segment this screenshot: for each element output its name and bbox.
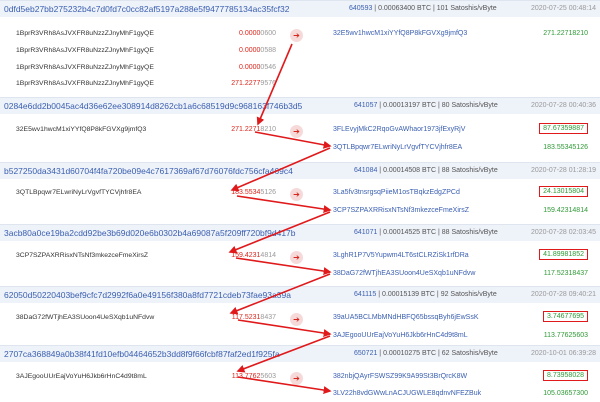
- output-amount: 117.52318437: [543, 270, 588, 277]
- transaction-header: 2707ca368849a0b38f41fd10efb04464652b3dd8…: [0, 345, 600, 362]
- transaction-hash-link[interactable]: b527250da3431d60704f4fa720be09e4c7617369…: [4, 166, 293, 176]
- arrow-right-icon: ➔: [290, 188, 303, 201]
- output-amount: 159.42314814: [543, 207, 588, 214]
- output-amount-highlighted: 8.73958028: [543, 370, 588, 381]
- flow-arrow-8: [237, 319, 332, 337]
- timestamp: 2020-07-25 00:48:14: [531, 5, 596, 12]
- transaction-meta: 641084 | 0.00014508 BTC | 88 Satoshis/vB…: [354, 167, 498, 174]
- output-address-link[interactable]: 3CP7SZPAXRRisxNTsNf3mkezceFmeXirsZ: [333, 207, 469, 214]
- fee: 0.00013197 BTC: [383, 102, 437, 109]
- transaction-header: 0dfd5eb27bb275232b4c7d0fd7c0cc82af5197a2…: [0, 0, 600, 17]
- fee: 0.00010275 BTC: [383, 350, 437, 357]
- block-height-link[interactable]: 641057: [354, 102, 377, 109]
- block-height-link[interactable]: 641071: [354, 229, 377, 236]
- input-address-link[interactable]: 3AJEgooUUrEajVoYuH6Jkb6rHnC4d9t8mL: [16, 373, 147, 380]
- fee-rate: 88 Satoshis/vByte: [441, 229, 498, 236]
- fee-rate: 80 Satoshis/vByte: [441, 102, 498, 109]
- transaction-header: b527250da3431d60704f4fa720be09e4c7617369…: [0, 162, 600, 179]
- transaction-meta: 650721 | 0.00010275 BTC | 62 Satoshis/vB…: [354, 350, 498, 357]
- output-amount: 113.77625603: [543, 332, 588, 339]
- arrow-right-icon: ➔: [290, 29, 303, 42]
- output-address-link[interactable]: 3La5fv3tnsrgsqPiieM1osTBqkzEdgZPCd: [333, 189, 460, 196]
- input-amount: 0.00000588: [239, 47, 276, 54]
- output-amount-highlighted: 87.67359887: [539, 123, 588, 134]
- output-amount-highlighted: 3.74677695: [543, 311, 588, 322]
- block-height-link[interactable]: 640593: [349, 5, 372, 12]
- output-address-link[interactable]: 3AJEgooUUrEajVoYuH6Jkb6rHnC4d9t8mL: [333, 332, 468, 339]
- fee: 0.00014525 BTC: [383, 229, 437, 236]
- output-address-link[interactable]: 3LV22h8vdGWwLnACJUGWLE8qdnvNFEZBuk: [333, 390, 481, 397]
- fee: 0.00014508 BTC: [383, 167, 437, 174]
- transaction-meta: 641057 | 0.00013197 BTC | 80 Satoshis/vB…: [354, 102, 498, 109]
- output-address-link[interactable]: 3FLEvyjMkC2RqoGvAWhaor1973jfExyRjV: [333, 126, 465, 133]
- input-amount: 183.55345126: [231, 189, 276, 196]
- flow-arrow-6: [235, 257, 332, 276]
- input-amount: 159.42314814: [231, 252, 276, 259]
- transaction-hash-link[interactable]: 3acb80a0ce19ba2cdd92be3b69d020e6b0302b4a…: [4, 228, 296, 238]
- input-address-link[interactable]: 3QTLBpqwr7ELwriNyLrVgvfTYCVjhfr8EA: [16, 189, 141, 196]
- fee-rate: 92 Satoshis/vByte: [440, 291, 497, 298]
- output-amount: 105.03657300: [543, 390, 588, 397]
- input-amount: 117.52318437: [231, 314, 276, 321]
- block-height-link[interactable]: 650721: [354, 350, 377, 357]
- input-amount: 271.22779576: [231, 80, 276, 87]
- input-amount: 0.00000600: [239, 30, 276, 37]
- input-amount: 0.00000546: [239, 64, 276, 71]
- output-amount-highlighted: 41.89981852: [539, 249, 588, 260]
- transaction-header: 62050d50220403bef9cfc7d2992f6a0e49156f38…: [0, 286, 600, 303]
- output-amount-highlighted: 24.13015804: [539, 186, 588, 197]
- transaction-header: 0284e6dd2b0045ac4d36e62ee308914d8262cb1a…: [0, 97, 600, 114]
- flow-annotation-arrows: [228, 43, 332, 394]
- timestamp: 2020-07-28 01:28:19: [531, 167, 596, 174]
- arrow-right-icon: ➔: [290, 313, 303, 326]
- output-address-link[interactable]: 32E5wv1hwcM1xiYYfQ8P8kFGVXg9jmfQ3: [333, 30, 467, 37]
- input-amount: 113.77625603: [231, 373, 276, 380]
- input-amount: 271.22718210: [231, 126, 276, 133]
- input-address-link[interactable]: 1BprR3VRh8AsJVXFR8uNzzZJnyMhF1gyQE: [16, 64, 154, 71]
- block-height-link[interactable]: 641084: [354, 167, 377, 174]
- input-address-link[interactable]: 1BprR3VRh8AsJVXFR8uNzzZJnyMhF1gyQE: [16, 30, 154, 37]
- input-address-link[interactable]: 3CP7SZPAXRRisxNTsNf3mkezceFmeXirsZ: [16, 252, 148, 259]
- timestamp: 2020-07-28 09:40:21: [531, 291, 596, 298]
- transaction-header: 3acb80a0ce19ba2cdd92be3b69d020e6b0302b4a…: [0, 224, 600, 241]
- fee-rate: 101 Satoshis/vByte: [436, 5, 497, 12]
- output-address-link[interactable]: 382nbjQAyrFSWSZ99K9A99St3BrQrcK8W: [333, 373, 467, 380]
- output-amount: 271.22718210: [543, 30, 588, 37]
- input-address-link[interactable]: 38DaG72fWTjhEA3SUoon4UeSXqb1uNFdvw: [16, 314, 154, 321]
- timestamp: 2020-07-28 00:40:36: [531, 102, 596, 109]
- output-amount: 183.55345126: [543, 144, 588, 151]
- transaction-hash-link[interactable]: 2707ca368849a0b38f41fd10efb04464652b3dd8…: [4, 349, 280, 359]
- block-height-link[interactable]: 641115: [354, 291, 376, 298]
- fee: 0.00063400 BTC: [378, 5, 432, 12]
- timestamp: 2020-10-01 06:39:28: [531, 350, 596, 357]
- arrow-right-icon: ➔: [290, 125, 303, 138]
- transaction-meta: 641115 | 0.00015139 BTC | 92 Satoshis/vB…: [354, 291, 497, 298]
- transaction-hash-link[interactable]: 62050d50220403bef9cfc7d2992f6a0e49156f38…: [4, 290, 291, 300]
- fee-rate: 88 Satoshis/vByte: [441, 167, 498, 174]
- fee-rate: 62 Satoshis/vByte: [441, 350, 498, 357]
- output-address-link[interactable]: 38DaG72fWTjhEA3SUoon4UeSXqb1uNFdvw: [333, 270, 475, 277]
- timestamp: 2020-07-28 02:03:45: [531, 229, 596, 236]
- transaction-meta: 640593 | 0.00063400 BTC | 101 Satoshis/v…: [349, 5, 497, 12]
- transaction-hash-link[interactable]: 0dfd5eb27bb275232b4c7d0fd7c0cc82af5197a2…: [4, 4, 290, 14]
- arrow-right-icon: ➔: [290, 372, 303, 385]
- transaction-hash-link[interactable]: 0284e6dd2b0045ac4d36e62ee308914d8262cb1a…: [4, 101, 302, 111]
- output-address-link[interactable]: 3QTLBpqwr7ELwriNyLrVgvfTYCVjhfr8EA: [333, 144, 462, 151]
- input-address-link[interactable]: 32E5wv1hwcM1xiYYfQ8P8kFGVXg9jmfQ3: [16, 126, 146, 133]
- arrow-right-icon: ➔: [290, 251, 303, 264]
- flow-arrow-4: [236, 195, 332, 214]
- output-address-link[interactable]: 39aUA5BCLMbMNdHBFQ65bssqByh6jEwSsK: [333, 314, 479, 321]
- fee: 0.00015139 BTC: [382, 291, 435, 298]
- transaction-meta: 641071 | 0.00014525 BTC | 88 Satoshis/vB…: [354, 229, 498, 236]
- output-address-link[interactable]: 3LghR1P7V5Yupwm4LT6stCLRZiSk1rfDRa: [333, 252, 469, 259]
- input-address-link[interactable]: 1BprR3VRh8AsJVXFR8uNzzZJnyMhF1gyQE: [16, 80, 154, 87]
- input-address-link[interactable]: 1BprR3VRh8AsJVXFR8uNzzZJnyMhF1gyQE: [16, 47, 154, 54]
